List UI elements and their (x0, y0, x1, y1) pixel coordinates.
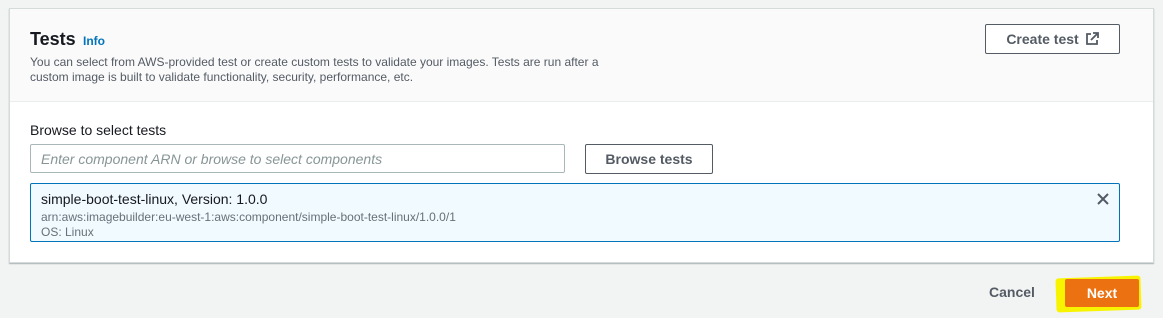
test-name: simple-boot-test-linux, Version: 1.0.0 (41, 191, 268, 207)
close-icon[interactable] (1095, 191, 1111, 207)
next-button[interactable]: Next (1065, 279, 1139, 307)
component-arn-input[interactable] (30, 144, 565, 173)
tests-panel: Tests Info You can select from AWS-provi… (9, 8, 1154, 263)
browse-tests-button[interactable]: Browse tests (585, 144, 713, 174)
browse-tests-label: Browse to select tests (30, 122, 167, 138)
test-arn: arn:aws:imagebuilder:eu-west-1:aws:compo… (41, 210, 456, 224)
description-line: You can select from AWS-provided test or… (30, 55, 599, 69)
create-test-label: Create test (1006, 31, 1079, 47)
test-os: OS: Linux (41, 225, 94, 239)
create-test-button[interactable]: Create test (985, 24, 1120, 54)
selected-test-token: simple-boot-test-linux, Version: 1.0.0 a… (30, 183, 1120, 242)
external-link-icon (1085, 32, 1099, 45)
panel-description: You can select from AWS-provided test or… (30, 55, 630, 85)
info-link[interactable]: Info (83, 34, 105, 48)
cancel-button[interactable]: Cancel (985, 284, 1039, 300)
panel-title: Tests (30, 29, 76, 49)
tests-panel-header: Tests Info You can select from AWS-provi… (10, 9, 1153, 102)
description-line: custom image is built to validate functi… (30, 70, 414, 84)
